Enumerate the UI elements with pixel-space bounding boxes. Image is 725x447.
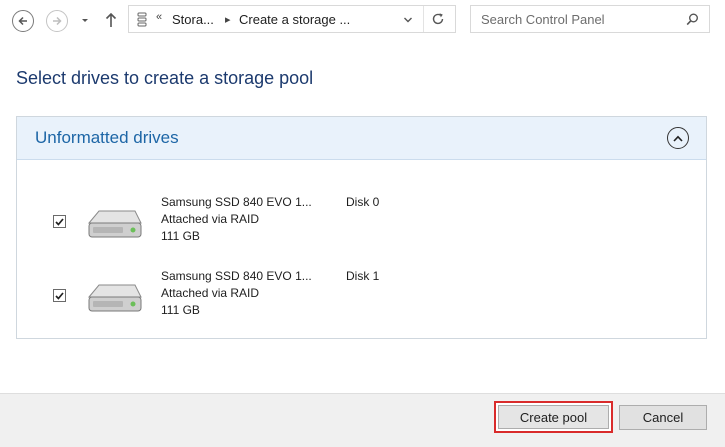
up-arrow-icon[interactable] [104, 11, 118, 29]
drive-size: 111 GB [161, 229, 200, 243]
footer-bar: Create pool Cancel [0, 393, 725, 447]
list-item: Samsung SSD 840 EVO 1... Disk 1 Attached… [17, 265, 706, 325]
hard-drive-icon [87, 210, 142, 238]
search-icon[interactable] [686, 13, 699, 26]
chevron-up-icon [673, 135, 683, 142]
drive-connection: Attached via RAID [161, 286, 260, 300]
hard-drive-icon [87, 284, 142, 312]
page-title: Select drives to create a storage pool [16, 68, 314, 88]
checkmark-icon [55, 217, 64, 226]
breadcrumb-separator-icon[interactable]: ▸ [225, 13, 231, 26]
overflow-marker[interactable]: « [156, 11, 162, 23]
drive-size: 111 GB [161, 303, 200, 317]
drive-checkbox[interactable] [53, 289, 66, 302]
group-title: Unformatted drives [35, 128, 179, 147]
create-pool-button[interactable]: Create pool [494, 401, 613, 433]
address-field[interactable]: « Stora... ▸ Create a storage ... [128, 5, 456, 33]
address-bar: « Stora... ▸ Create a storage ... Search… [0, 0, 725, 40]
group-header: Unformatted drives [17, 117, 706, 160]
search-input[interactable]: Search Control Panel [481, 12, 605, 27]
checkmark-icon [55, 291, 64, 300]
disk-number: Disk 1 [346, 269, 380, 283]
address-divider [423, 6, 424, 32]
breadcrumb-storage-spaces[interactable]: Stora... [172, 12, 214, 27]
drive-name: Samsung SSD 840 EVO 1... [161, 269, 312, 283]
back-arrow-icon [18, 16, 27, 26]
refresh-icon[interactable] [431, 12, 445, 26]
breadcrumb-create-storage-pool[interactable]: Create a storage ... [239, 12, 350, 27]
control-panel-icon [137, 12, 147, 27]
unformatted-drives-group: Unformatted drives Samsung SSD 840 EVO 1… [16, 116, 707, 339]
create-pool-label: Create pool [498, 405, 609, 429]
search-box[interactable]: Search Control Panel [470, 5, 710, 33]
drive-name: Samsung SSD 840 EVO 1... [161, 195, 312, 209]
back-button[interactable] [12, 10, 34, 32]
collapse-button[interactable] [667, 127, 689, 149]
forward-button[interactable] [46, 10, 68, 32]
drive-connection: Attached via RAID [161, 212, 260, 226]
forward-arrow-icon [53, 16, 62, 26]
disk-number: Disk 0 [346, 195, 380, 209]
recent-locations-button[interactable] [80, 14, 90, 26]
cancel-button[interactable]: Cancel [619, 405, 707, 430]
chevron-down-icon[interactable] [403, 15, 413, 25]
drive-checkbox[interactable] [53, 215, 66, 228]
list-item: Samsung SSD 840 EVO 1... Disk 0 Attached… [17, 191, 706, 251]
